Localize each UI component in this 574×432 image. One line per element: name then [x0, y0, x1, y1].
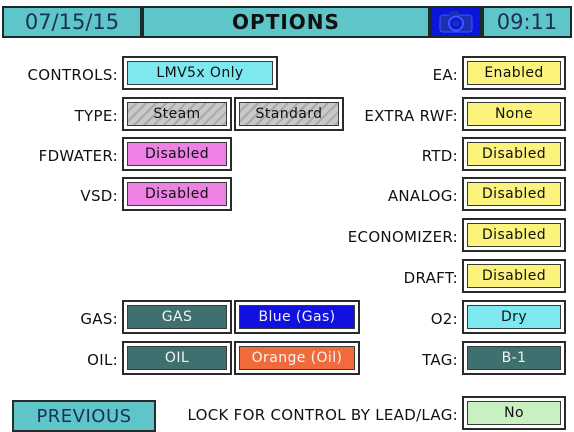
oil-color-value: Orange (Oil) [239, 346, 355, 370]
fdwater-label: FDWATER: [38, 147, 118, 165]
gas-label: GAS: [80, 310, 118, 328]
vsd-button[interactable]: Disabled [122, 177, 232, 211]
analog-value: Disabled [467, 182, 561, 206]
date-display: 07/15/15 [2, 6, 142, 38]
time-display: 09:11 [482, 6, 572, 38]
gas-color-button[interactable]: Blue (Gas) [234, 300, 360, 334]
oil-label: OIL: [87, 351, 118, 369]
draft-label: DRAFT: [403, 269, 458, 287]
extra-rwf-button[interactable]: None [462, 97, 566, 131]
rtd-value: Disabled [467, 142, 561, 166]
previous-button[interactable]: PREVIOUS [12, 400, 156, 432]
draft-value: Disabled [467, 264, 561, 288]
fdwater-button[interactable]: Disabled [122, 137, 232, 171]
lock-lead-lag-label: LOCK FOR CONTROL BY LEAD/LAG: [187, 406, 458, 424]
type-steam-value: Steam [127, 102, 227, 126]
camera-icon [439, 11, 473, 33]
ea-button[interactable]: Enabled [462, 56, 566, 90]
vsd-label: VSD: [80, 187, 118, 205]
gas-value: GAS [127, 305, 227, 329]
vsd-value: Disabled [127, 182, 227, 206]
economizer-label: ECONOMIZER: [347, 228, 458, 246]
gas-color-value: Blue (Gas) [239, 305, 355, 329]
rtd-button[interactable]: Disabled [462, 137, 566, 171]
type-steam-button[interactable]: Steam [122, 97, 232, 131]
controls-button[interactable]: LMV5x Only [122, 56, 278, 90]
tag-button[interactable]: B-1 [462, 341, 566, 375]
economizer-value: Disabled [467, 223, 561, 247]
o2-value: Dry [467, 305, 561, 329]
extra-rwf-label: EXTRA RWF: [364, 107, 458, 125]
type-standard-value: Standard [239, 102, 339, 126]
ea-value: Enabled [467, 61, 561, 85]
analog-label: ANALOG: [387, 187, 458, 205]
lock-lead-lag-value: No [467, 401, 561, 425]
lock-lead-lag-button[interactable]: No [462, 396, 566, 430]
header-bar: 07/15/15 OPTIONS 09:11 [0, 0, 574, 44]
o2-button[interactable]: Dry [462, 300, 566, 334]
oil-color-button[interactable]: Orange (Oil) [234, 341, 360, 375]
oil-value: OIL [127, 346, 227, 370]
extra-rwf-value: None [467, 102, 561, 126]
fdwater-value: Disabled [127, 142, 227, 166]
controls-label: CONTROLS: [27, 66, 118, 84]
oil-button[interactable]: OIL [122, 341, 232, 375]
economizer-button[interactable]: Disabled [462, 218, 566, 252]
camera-button[interactable] [430, 6, 482, 38]
analog-button[interactable]: Disabled [462, 177, 566, 211]
type-standard-button[interactable]: Standard [234, 97, 344, 131]
page-title: OPTIONS [142, 6, 430, 38]
ea-label: EA: [432, 66, 458, 84]
draft-button[interactable]: Disabled [462, 259, 566, 293]
controls-value: LMV5x Only [127, 61, 273, 85]
rtd-label: RTD: [421, 147, 458, 165]
tag-label: TAG: [422, 351, 458, 369]
tag-value: B-1 [467, 346, 561, 370]
type-label: TYPE: [74, 107, 118, 125]
gas-button[interactable]: GAS [122, 300, 232, 334]
o2-label: O2: [430, 310, 458, 328]
